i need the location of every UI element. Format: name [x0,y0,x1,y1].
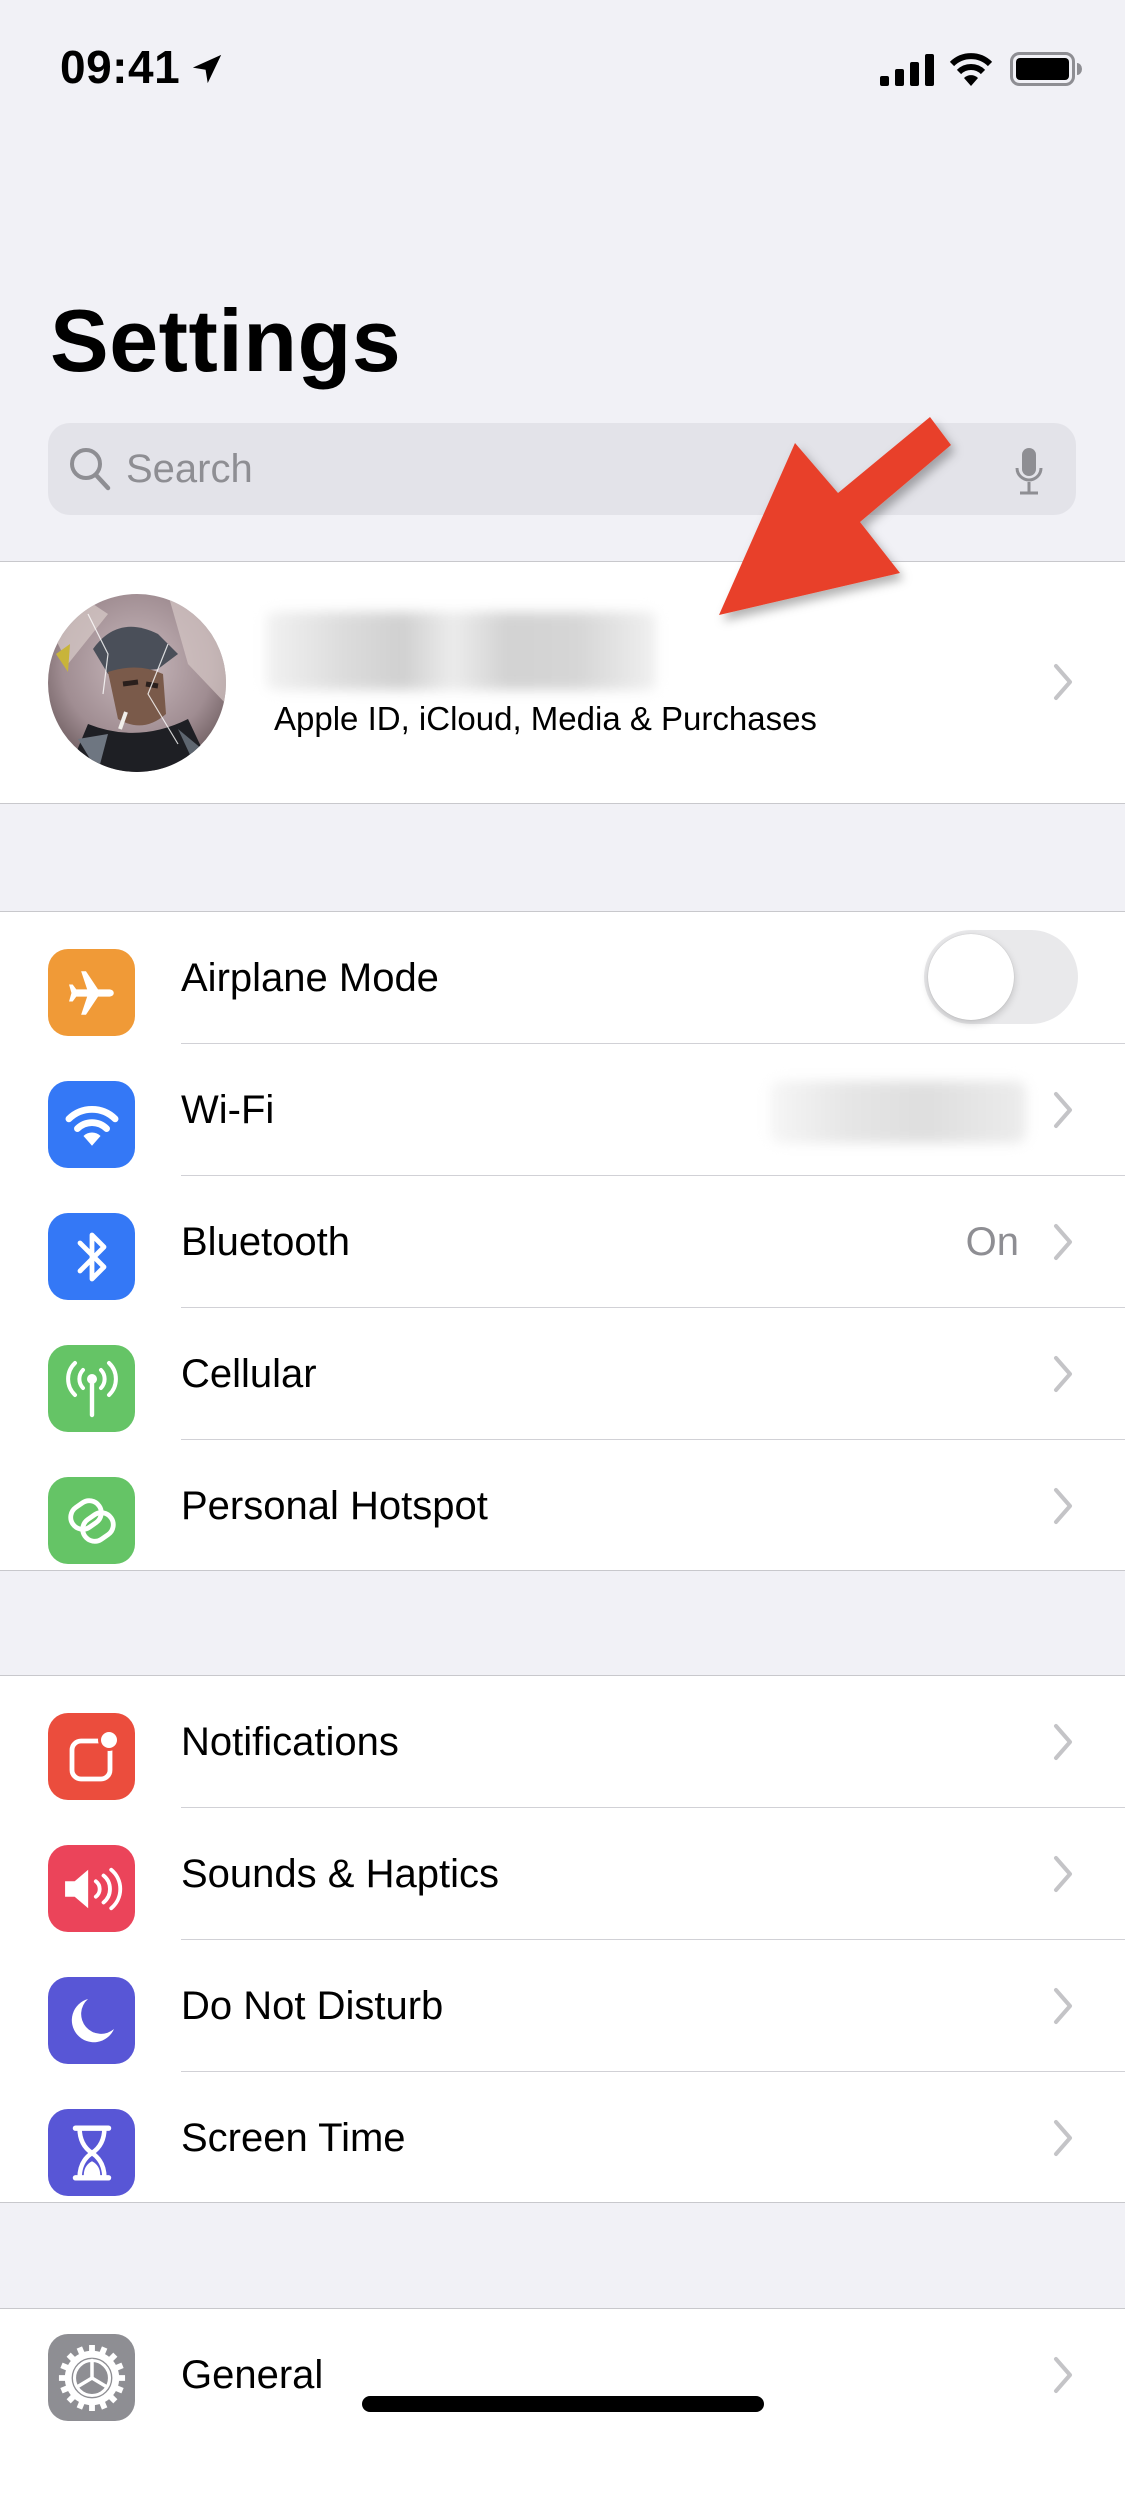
wifi-status-icon [949,53,993,86]
search-icon [70,448,111,491]
gear-icon [48,2334,135,2421]
settings-row-notifications[interactable]: Notifications [0,1676,1125,1808]
chevron-right-icon [1054,1356,1072,1392]
chevron-right-icon [1054,1724,1072,1760]
page-title: Settings [50,291,402,390]
chevron-right-icon [1054,1092,1072,1128]
settings-row-bluetooth[interactable]: Bluetooth On [0,1176,1125,1308]
settings-row-sounds-haptics[interactable]: Sounds & Haptics [0,1808,1125,1940]
chevron-right-icon [1054,1224,1072,1260]
chevron-right-icon [1054,664,1072,700]
hourglass-icon [48,2109,135,2196]
chevron-right-icon [1054,1856,1072,1892]
chevron-right-icon [1054,2120,1072,2156]
speaker-icon [48,1845,135,1932]
settings-row-label: General [181,2353,324,2397]
settings-row-wifi[interactable]: Wi-Fi [blurred] [0,1044,1125,1176]
airplane-icon [48,949,135,1036]
settings-row-label: Wi-Fi [181,1088,275,1132]
status-time: 09:41 [60,41,181,93]
bluetooth-icon [48,1213,135,1300]
settings-row-general[interactable]: General [0,2309,1125,2441]
settings-row-label: Screen Time [181,2116,406,2160]
search-input[interactable] [126,441,926,497]
settings-row-do-not-disturb[interactable]: Do Not Disturb [0,1940,1125,2072]
cellular-signal-icon [880,54,934,86]
avatar [48,594,226,772]
chevron-right-icon [1054,2357,1072,2393]
notifications-icon [48,1713,135,1800]
cellular-antenna-icon [48,1345,135,1432]
settings-row-label: Airplane Mode [181,956,439,1000]
toggle-knob[interactable] [928,934,1014,1020]
notifications-section: Notifications Sounds & Haptics Do Not Di… [0,1675,1125,2203]
location-arrow-icon [192,54,222,84]
settings-row-label: Do Not Disturb [181,1984,444,2028]
wifi-icon [48,1081,135,1168]
settings-row-personal-hotspot[interactable]: Personal Hotspot [0,1440,1125,1572]
settings-row-label: Cellular [181,1352,317,1396]
settings-row-cellular[interactable]: Cellular [0,1308,1125,1440]
settings-row-airplane-mode: Airplane Mode [0,912,1125,1044]
connectivity-section: Airplane Mode Wi-Fi [blurred] Bluetooth … [0,911,1125,1571]
settings-row-label: Personal Hotspot [181,1484,488,1528]
settings-row-label: Sounds & Haptics [181,1852,499,1896]
microphone-icon[interactable] [1014,448,1044,496]
home-indicator[interactable] [362,2396,764,2412]
wifi-network-value: [blurred] [770,1081,1026,1143]
settings-row-screen-time[interactable]: Screen Time [0,2072,1125,2204]
moon-icon [48,1977,135,2064]
chevron-right-icon [1054,1488,1072,1524]
chevron-right-icon [1054,1988,1072,2024]
settings-row-label: Bluetooth [181,1220,351,1264]
battery-icon [1010,52,1082,86]
profile-subtitle: Apple ID, iCloud, Media & Purchases [274,700,817,737]
bluetooth-value: On [965,1220,1019,1264]
settings-row-label: Notifications [181,1720,399,1764]
hotspot-link-icon [48,1477,135,1564]
profile-name: [blurred] [266,612,656,690]
